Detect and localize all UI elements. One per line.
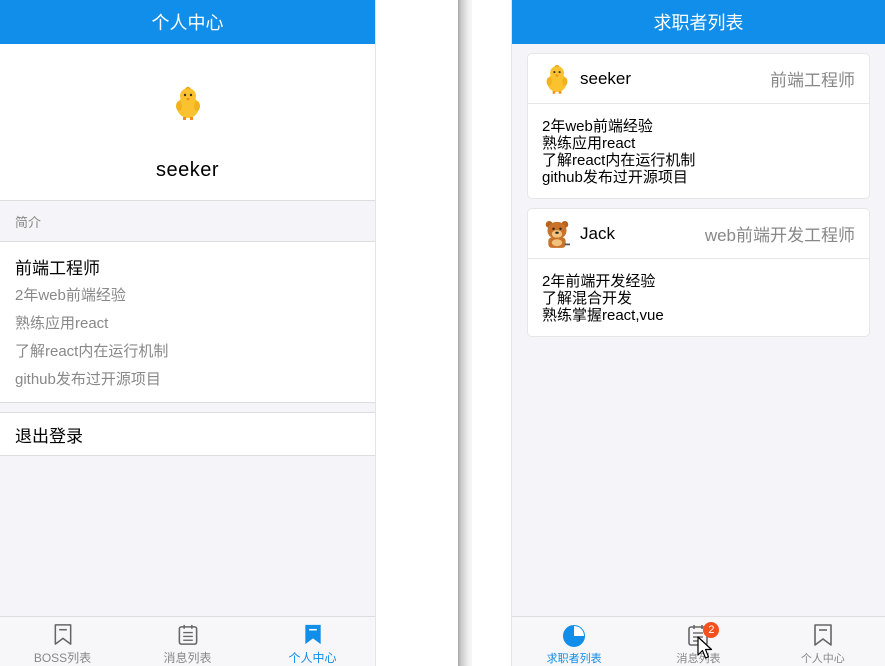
right-window: 求职者列表 seeker 前端工程师 2年web前端经验 熟练应用react 了…	[472, 0, 885, 666]
tab-personal-center[interactable]: 个人中心	[250, 617, 375, 666]
tab-label: 消息列表	[163, 651, 212, 665]
tab-label: 个人中心	[800, 653, 845, 665]
card-name: Jack	[580, 223, 615, 243]
profile-result: seeker	[0, 44, 375, 201]
personal-center-screen: 个人中心 seeker 简介 前端工程师 2年web前端经验 熟练应用react…	[0, 0, 376, 666]
card-name: seeker	[580, 68, 632, 88]
tab-seeker-list[interactable]: 求职者列表	[512, 617, 636, 666]
tab-label: BOSS列表	[33, 651, 92, 665]
seeker-card[interactable]: Jack web前端开发工程师 2年前端开发经验 了解混合开发 熟练掌握reac…	[527, 208, 870, 337]
chick-avatar-icon	[175, 86, 200, 120]
card-line: github发布过开源项目	[542, 169, 688, 186]
intro-line: github发布过开源项目	[15, 371, 161, 388]
card-body: 2年前端开发经验 了解混合开发 熟练掌握react,vue	[528, 259, 869, 336]
card-title: 前端工程师	[770, 71, 855, 90]
card-line: 熟练应用react	[542, 135, 636, 152]
window-gap	[376, 0, 458, 666]
bookmark-icon	[814, 624, 832, 646]
bear-avatar-icon	[545, 220, 570, 248]
calendar-list-icon	[178, 624, 197, 645]
tab-message-list[interactable]: 消息列表	[125, 617, 250, 666]
card-body: 2年web前端经验 熟练应用react 了解react内在运行机制 github…	[528, 104, 869, 198]
navbar-title: 求职者列表	[653, 13, 744, 33]
tab-boss-list[interactable]: BOSS列表	[0, 617, 125, 666]
card-line: 2年web前端经验	[542, 118, 653, 135]
intro-line: 了解react内在运行机制	[15, 343, 169, 360]
intro-line: 熟练应用react	[15, 315, 109, 332]
seeker-card[interactable]: seeker 前端工程师 2年web前端经验 熟练应用react 了解react…	[527, 53, 870, 199]
card-header: seeker 前端工程师	[528, 54, 869, 104]
mouse-cursor-icon	[697, 636, 713, 659]
tab-personal-center[interactable]: 个人中心	[761, 617, 885, 666]
window-divider[interactable]	[458, 0, 472, 666]
tab-label: 求职者列表	[546, 653, 602, 665]
seeker-list-screen: 求职者列表 seeker 前端工程师 2年web前端经验 熟练应用react 了…	[511, 0, 885, 666]
intro-title: 前端工程师	[15, 259, 100, 278]
card-title: web前端开发工程师	[704, 226, 855, 245]
pie-chart-icon	[563, 625, 586, 647]
tab-bar: BOSS列表 消息列表 个人中心	[0, 616, 375, 666]
navbar-title: 个人中心	[151, 13, 224, 33]
bookmark-icon	[54, 624, 71, 645]
intro-item: 前端工程师 2年web前端经验 熟练应用react 了解react内在运行机制 …	[0, 241, 375, 403]
intro-header: 简介	[0, 201, 375, 241]
logout-button[interactable]: 退出登录	[0, 412, 375, 456]
profile-name: seeker	[155, 159, 220, 181]
card-line: 熟练掌握react,vue	[542, 307, 664, 324]
intro-line: 2年web前端经验	[15, 287, 126, 304]
navbar: 个人中心	[0, 0, 375, 44]
bookmark-filled-icon	[304, 624, 321, 645]
chick-avatar-icon	[546, 64, 568, 94]
card-line: 了解react内在运行机制	[542, 152, 696, 169]
card-line: 了解混合开发	[542, 290, 633, 307]
card-header: Jack web前端开发工程师	[528, 209, 869, 259]
card-line: 2年前端开发经验	[542, 273, 656, 290]
navbar: 求职者列表	[512, 0, 885, 44]
tab-label: 个人中心	[288, 651, 337, 665]
